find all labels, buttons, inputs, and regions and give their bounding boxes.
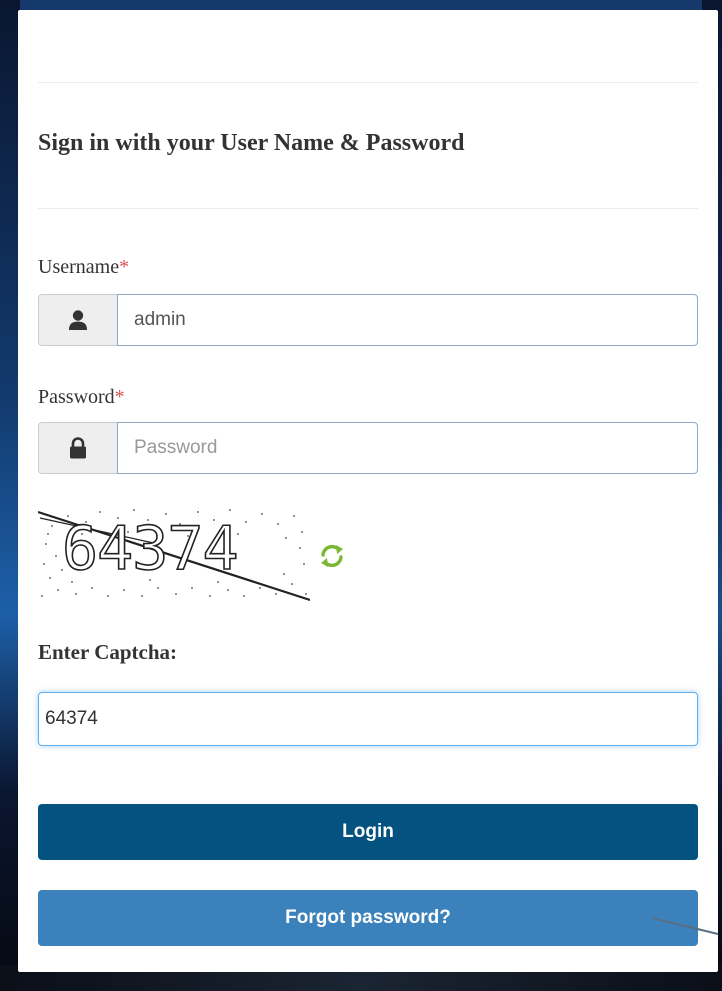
user-icon xyxy=(38,294,117,346)
username-input-group xyxy=(38,294,698,346)
username-label-text: Username xyxy=(38,256,120,278)
captcha-input[interactable] xyxy=(38,692,698,746)
username-required-mark: * xyxy=(119,256,130,278)
pointer-arrow-icon xyxy=(651,917,719,935)
password-label-text: Password xyxy=(38,386,115,408)
username-label: Username* xyxy=(38,256,129,279)
login-panel: Sign in with your User Name & Password U… xyxy=(18,10,718,972)
lock-icon xyxy=(38,422,117,474)
password-input[interactable] xyxy=(117,422,698,474)
background-left xyxy=(0,0,20,991)
password-label: Password* xyxy=(38,386,125,409)
refresh-icon[interactable] xyxy=(316,540,348,572)
password-required-mark: * xyxy=(114,386,125,408)
top-divider xyxy=(38,82,698,83)
login-button[interactable]: Login xyxy=(38,804,698,860)
password-input-group xyxy=(38,422,698,474)
captcha-image: 64374 xyxy=(38,504,310,602)
forgot-password-button[interactable]: Forgot password? xyxy=(38,890,698,946)
form-heading: Sign in with your User Name & Password xyxy=(38,130,465,156)
captcha-text: 64374 xyxy=(61,513,239,585)
captcha-label: Enter Captcha: xyxy=(38,640,178,664)
heading-divider xyxy=(38,208,698,209)
username-input[interactable] xyxy=(117,294,698,346)
